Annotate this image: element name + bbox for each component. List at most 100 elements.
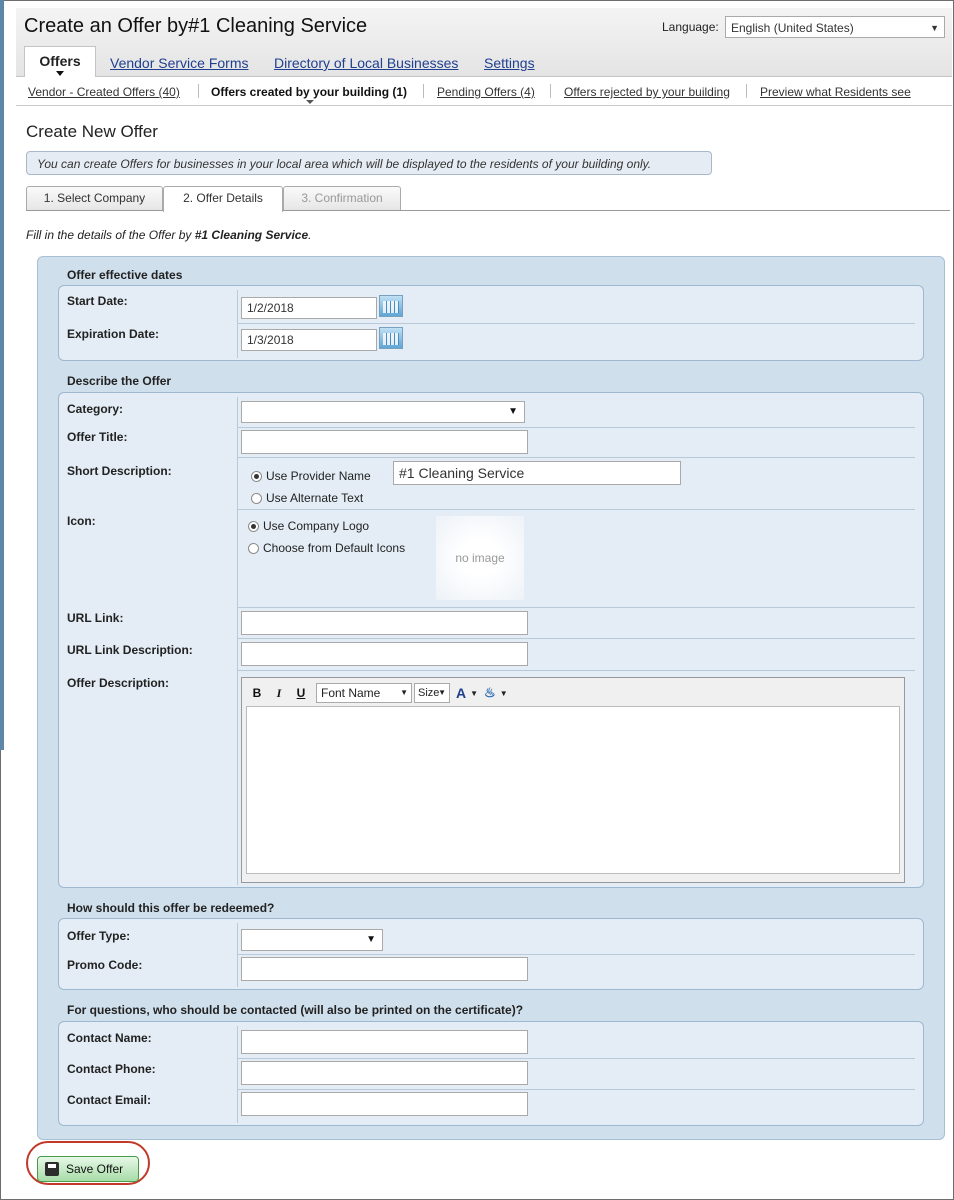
divider	[423, 84, 424, 98]
save-offer-button[interactable]: Save Offer	[37, 1156, 139, 1182]
divider	[237, 1026, 238, 1123]
tab-directory-local-businesses[interactable]: Directory of Local Businesses	[274, 55, 458, 71]
font-color-icon[interactable]: A	[456, 685, 466, 701]
use-company-logo-option[interactable]: Use Company Logo	[248, 519, 369, 533]
editor-toolbar: B I U Font Name ▼ Size ▼ A ▼ ♨ ▼	[246, 682, 508, 704]
choose-default-icons-label: Choose from Default Icons	[263, 541, 406, 555]
contact-phone-input[interactable]	[241, 1061, 528, 1085]
use-alternate-text-option[interactable]: Use Alternate Text	[251, 491, 363, 505]
section-title-redeem: How should this offer be redeemed?	[67, 901, 275, 915]
calendar-icon[interactable]	[379, 295, 403, 317]
url-link-input[interactable]	[241, 611, 528, 635]
radio-selected-icon[interactable]	[248, 520, 259, 532]
language-label: Language:	[662, 20, 719, 34]
chevron-down-icon: ▼	[438, 688, 446, 697]
subtab-pending-offers[interactable]: Pending Offers (4)	[437, 85, 535, 99]
save-offer-label: Save Offer	[66, 1162, 124, 1176]
header: Create an Offer by#1 Cleaning Service La…	[16, 8, 952, 77]
calendar-icon[interactable]	[379, 327, 403, 349]
section-title-describe: Describe the Offer	[67, 374, 172, 388]
contact-name-label: Contact Name:	[67, 1031, 152, 1045]
underline-button[interactable]: U	[290, 683, 312, 703]
subtab-offers-by-building[interactable]: Offers created by your building (1)	[211, 85, 407, 104]
tab-settings[interactable]: Settings	[484, 55, 535, 71]
tab-offers-label: Offers	[39, 53, 81, 69]
radio-unselected-icon[interactable]	[251, 492, 262, 504]
fill-instructions: Fill in the details of the Offer by #1 C…	[26, 228, 311, 242]
use-provider-name-label: Use Provider Name	[266, 469, 371, 483]
step-offer-details[interactable]: 2. Offer Details	[163, 186, 283, 212]
fill-suffix: .	[308, 228, 312, 242]
info-message: You can create Offers for businesses in …	[26, 151, 712, 175]
icon-preview-image: no image	[436, 516, 524, 600]
subtab-preview-residents[interactable]: Preview what Residents see	[760, 85, 911, 99]
start-date-label: Start Date:	[67, 294, 128, 308]
category-label: Category:	[67, 402, 124, 416]
radio-unselected-icon[interactable]	[248, 542, 259, 554]
group-contact: Contact Name: Contact Phone: Contact Ema…	[58, 1021, 924, 1126]
page-title: Create New Offer	[26, 122, 158, 141]
font-name-value: Font Name	[321, 686, 381, 700]
divider	[198, 84, 199, 98]
contact-email-input[interactable]	[241, 1092, 528, 1116]
offer-description-editor-area[interactable]	[246, 706, 900, 874]
font-size-select[interactable]: Size ▼	[414, 683, 450, 703]
divider	[237, 923, 238, 987]
fill-prefix: Fill in the details of the Offer by	[26, 228, 195, 242]
tab-offers[interactable]: Offers	[24, 46, 96, 77]
divider	[237, 427, 915, 428]
provider-name-input[interactable]: #1 Cleaning Service	[393, 461, 681, 485]
offer-description-label: Offer Description:	[67, 676, 170, 690]
start-date-input[interactable]: 1/2/2018	[241, 297, 377, 319]
rich-text-editor: B I U Font Name ▼ Size ▼ A ▼ ♨ ▼	[241, 677, 905, 883]
radio-selected-icon[interactable]	[251, 470, 262, 482]
divider	[237, 397, 238, 885]
save-disk-icon	[45, 1162, 59, 1176]
url-link-label: URL Link:	[67, 611, 124, 625]
group-redeem: Offer Type: ▼ Promo Code:	[58, 918, 924, 990]
active-subtab-pointer-icon	[306, 100, 314, 104]
page-header-title: Create an Offer by#1 Cleaning Service	[24, 15, 368, 37]
expiration-date-input[interactable]: 1/3/2018	[241, 329, 377, 351]
subtab-offers-rejected[interactable]: Offers rejected by your building	[564, 85, 730, 99]
subtab-vendor-created-offers[interactable]: Vendor - Created Offers (40)	[28, 85, 180, 99]
chevron-down-icon[interactable]: ▼	[500, 689, 508, 698]
divider	[237, 457, 915, 458]
section-title-contact: For questions, who should be contacted (…	[67, 1003, 524, 1017]
divider	[237, 954, 915, 955]
language-select[interactable]: English (United States) ▼	[725, 16, 945, 38]
url-link-description-input[interactable]	[241, 642, 528, 666]
divider	[237, 670, 915, 671]
divider	[237, 1089, 915, 1090]
step-confirmation: 3. Confirmation	[283, 186, 401, 210]
divider	[746, 84, 747, 98]
promo-code-input[interactable]	[241, 957, 528, 981]
font-size-value: Size	[418, 687, 440, 699]
url-link-description-label: URL Link Description:	[67, 643, 193, 657]
choose-default-icons-option[interactable]: Choose from Default Icons	[248, 541, 405, 555]
divider	[237, 607, 915, 608]
font-name-select[interactable]: Font Name ▼	[316, 683, 412, 703]
bold-button[interactable]: B	[246, 683, 268, 703]
category-select[interactable]: ▼	[241, 401, 525, 423]
use-provider-name-option[interactable]: Use Provider Name	[251, 469, 371, 483]
step-select-company[interactable]: 1. Select Company	[26, 186, 163, 210]
offer-type-label: Offer Type:	[67, 929, 131, 943]
chevron-down-icon: ▼	[366, 934, 376, 945]
tab-vendor-service-forms[interactable]: Vendor Service Forms	[110, 55, 249, 71]
italic-button[interactable]: I	[268, 683, 290, 703]
chevron-down-icon[interactable]: ▼	[470, 689, 478, 698]
contact-name-input[interactable]	[241, 1030, 528, 1054]
icon-label: Icon:	[67, 514, 96, 528]
wizard-steps: 1. Select Company 2. Offer Details 3. Co…	[26, 186, 950, 212]
expiration-date-label: Expiration Date:	[67, 327, 160, 341]
divider	[237, 323, 915, 324]
fill-company: #1 Cleaning Service	[194, 228, 309, 242]
offer-title-input[interactable]	[241, 430, 528, 454]
divider	[550, 84, 551, 98]
chevron-down-icon: ▼	[400, 688, 408, 697]
offer-type-select[interactable]: ▼	[241, 929, 383, 951]
highlight-color-icon[interactable]: ♨	[484, 685, 496, 701]
use-company-logo-label: Use Company Logo	[263, 519, 370, 533]
section-title-dates: Offer effective dates	[67, 268, 183, 282]
